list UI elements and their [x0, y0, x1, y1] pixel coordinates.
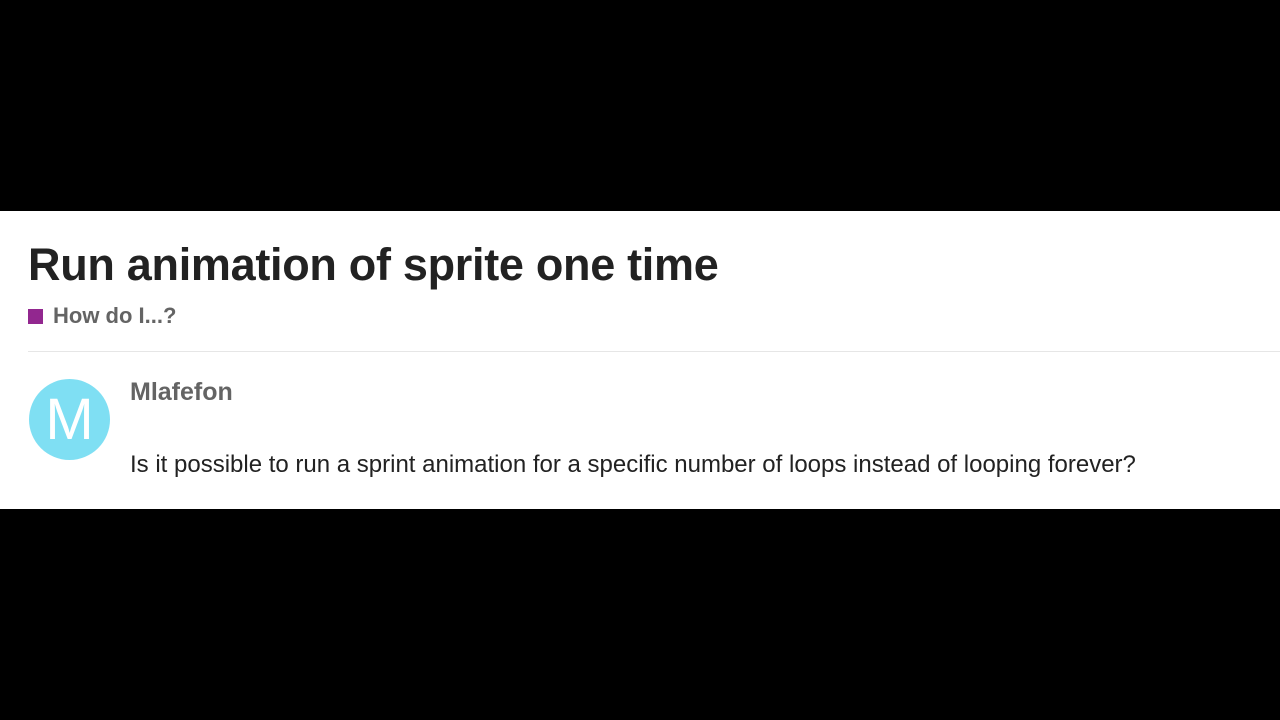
category-name[interactable]: How do I...?: [53, 303, 176, 329]
avatar[interactable]: M: [29, 379, 110, 460]
category-badge[interactable]: How do I...?: [28, 303, 176, 329]
category-color-square-icon: [28, 308, 43, 324]
forum-topic-panel: Run animation of sprite one time How do …: [0, 211, 1280, 509]
topic-title[interactable]: Run animation of sprite one time: [28, 241, 719, 289]
divider: [28, 351, 1280, 352]
post-author-username[interactable]: Mlafefon: [130, 378, 233, 407]
video-frame: Run animation of sprite one time How do …: [0, 0, 1280, 720]
post-body: Is it possible to run a sprint animation…: [130, 451, 1136, 478]
